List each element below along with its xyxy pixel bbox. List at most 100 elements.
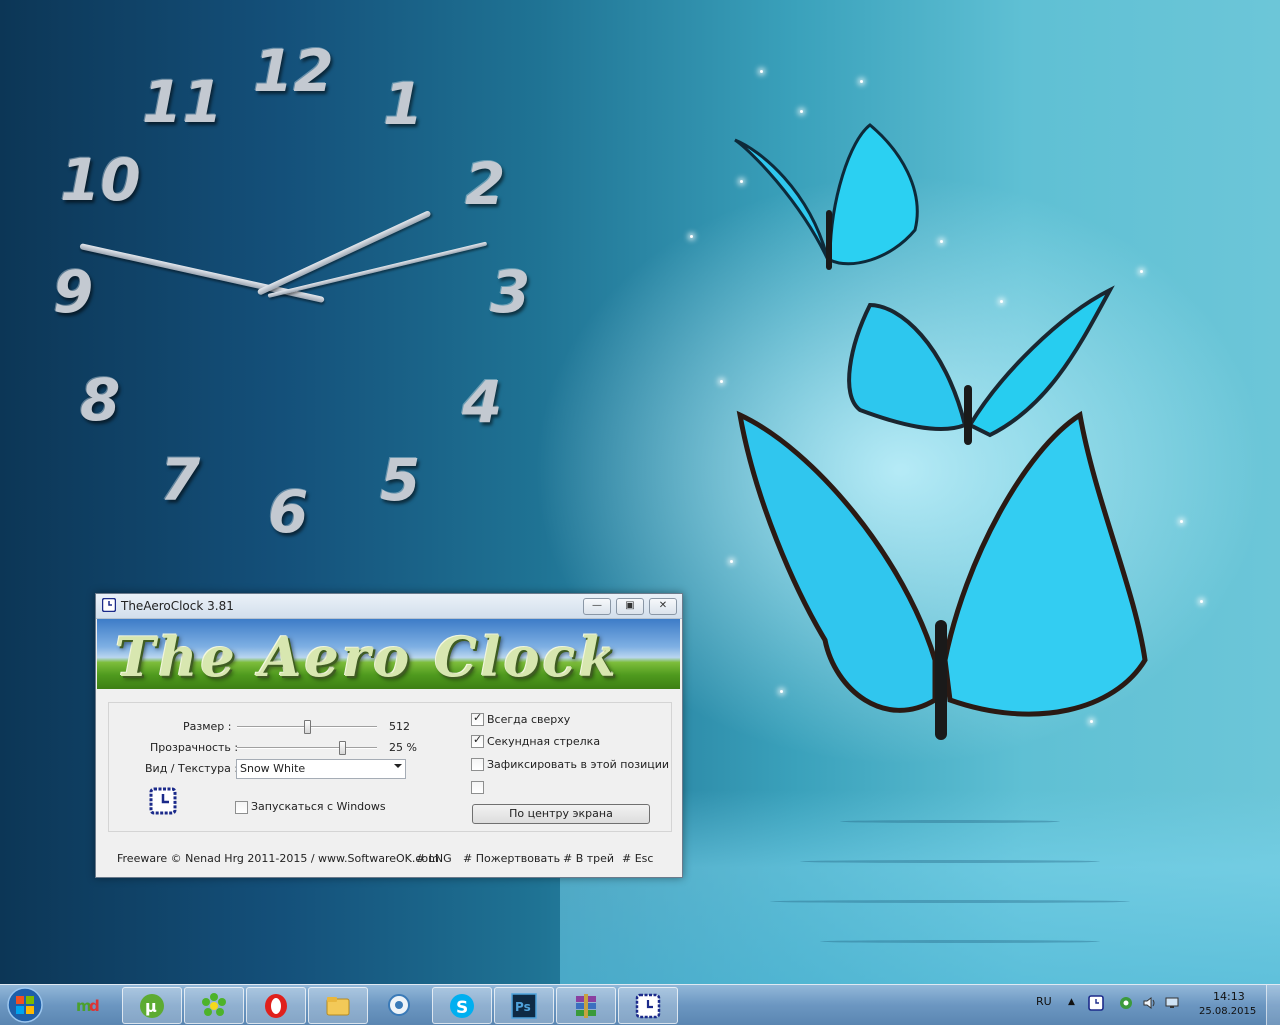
maximize-button[interactable]: ▣ [616,598,644,615]
clock-numeral-1: 1 [383,70,424,138]
sparkle [720,380,723,383]
texture-dropdown[interactable]: Snow White [236,759,406,779]
texture-label: Вид / Текстура : [145,762,239,775]
language-indicator[interactable]: RU [1036,995,1052,1008]
clock-numeral-3: 3 [490,258,531,326]
taskbar-photoshop[interactable]: Ps [494,987,554,1024]
show-hidden-icons-chevron-up-icon[interactable]: ▲ [1068,997,1075,1007]
autostart-checkbox[interactable] [235,801,248,814]
center-screen-button[interactable]: По центру экрана [472,804,650,824]
taskbar-skype[interactable]: S [432,987,492,1024]
tray-network-share-icon[interactable] [1118,995,1134,1011]
donate-link[interactable]: # Пожертвовать [463,852,560,865]
clock-numeral-8: 8 [80,366,121,434]
window-title: TheAeroClock 3.81 [121,599,234,613]
app-banner: The Aero Clock [97,619,680,689]
ripple [800,860,1100,863]
lock-position-checkbox[interactable] [471,758,484,771]
ripple [820,940,1100,943]
sparkle [800,110,803,113]
media-player-icon [388,994,410,1016]
second-hand-label: Секундная стрелка [487,735,601,748]
lock-position-label: Зафиксировать в этой позиции [487,758,670,771]
taskbar-theaeroclock[interactable] [618,987,678,1024]
tray-link[interactable]: # В трей [563,852,614,865]
taskbar-winrar[interactable] [556,987,616,1024]
aeroclock-taskbar-icon [635,993,661,1019]
transparency-slider-thumb[interactable] [339,741,346,755]
esc-link[interactable]: # Esc [622,852,653,865]
sparkle [1200,600,1203,603]
show-desktop-button[interactable] [1266,985,1280,1025]
taskbar-media[interactable] [370,987,428,1022]
check-icon: ✓ [473,733,483,746]
tray-clock-time[interactable]: 14:13 [1213,990,1245,1003]
clock-hour-hand [256,209,432,296]
photoshop-icon: Ps [511,993,537,1019]
clock-numeral-5: 5 [380,446,421,514]
minimize-button[interactable]: — [583,598,611,615]
maximize-icon: ▣ [625,600,635,611]
clock-numeral-4: 4 [462,368,503,436]
opera-icon [265,994,287,1018]
clock-numeral-7: 7 [160,446,201,514]
copyright-link[interactable]: Freeware © Nenad Hrg 2011-2015 / www.Sof… [117,852,439,865]
always-on-top-label: Всегда сверху [487,713,571,726]
texture-selected: Snow White [240,762,306,775]
sparkle [690,235,693,238]
svg-text:µ: µ [145,997,157,1016]
ripple [840,820,1060,823]
transparency-value: 25 % [389,741,417,754]
folder-icon [326,997,350,1016]
clock-minute-hand [79,243,325,304]
clock-numeral-11: 11 [142,68,223,136]
sparkle [1140,270,1143,273]
sparkle [730,560,733,563]
butterfly-top [734,123,919,270]
taskbar-utorrent[interactable]: µ [122,987,182,1024]
clock-numeral-9: 9 [53,258,94,326]
second-hand-checkbox[interactable]: ✓ [471,733,484,748]
skype-icon: S [450,994,474,1018]
taskbar-mydesktop[interactable]: m d [60,987,118,1022]
window-titlebar[interactable]: TheAeroClock 3.81 — ▣ ✕ [96,594,682,619]
taskbar-file-explorer[interactable] [308,987,368,1024]
start-button[interactable] [4,985,46,1025]
volume-icon[interactable] [1142,995,1158,1011]
language-link[interactable]: # LNG [416,852,452,865]
extra-checkbox[interactable] [471,781,484,794]
close-button[interactable]: ✕ [649,598,677,615]
svg-text:S: S [456,998,468,1018]
butterfly-bottom [736,410,1148,740]
clock-numeral-12: 12 [253,37,334,105]
size-label: Размер : [183,720,232,733]
svg-text:d: d [89,997,100,1015]
winrar-icon [576,994,596,1018]
taskbar: m d µ S Ps RU ▲ 14:13 25.08.2015 [0,984,1280,1025]
taskbar-opera[interactable] [246,987,306,1024]
transparency-label: Прозрачность : [150,741,239,754]
close-icon: ✕ [658,600,668,611]
mydesktop-icon: m d [76,997,100,1015]
icq-flower-icon [202,993,226,1016]
ripple [770,900,1130,903]
banner-title: The Aero Clock [115,625,619,689]
utorrent-icon: µ [140,994,164,1018]
settings-panel: Размер : 512 Прозрачность : 25 % Вид / Т… [108,702,672,832]
transparency-slider-track[interactable] [237,747,377,749]
tray-clock-date[interactable]: 25.08.2015 [1199,1006,1256,1017]
check-icon: ✓ [473,711,483,724]
always-on-top-checkbox[interactable]: ✓ [471,711,484,726]
autostart-label: Запускаться с Windows [251,800,386,813]
taskbar-icq[interactable] [184,987,244,1024]
sparkle [940,240,943,243]
aeroclock-window: TheAeroClock 3.81 — ▣ ✕ The Aero Clock Р… [95,593,683,878]
clock-numeral-6: 6 [268,478,309,546]
chevron-down-icon [394,764,402,768]
size-slider-thumb[interactable] [304,720,311,734]
size-value: 512 [389,720,410,733]
network-icon[interactable] [1164,995,1180,1011]
clock-numeral-2: 2 [465,150,506,218]
tray-aeroclock-icon[interactable] [1088,995,1104,1011]
minimize-icon: — [592,600,602,611]
